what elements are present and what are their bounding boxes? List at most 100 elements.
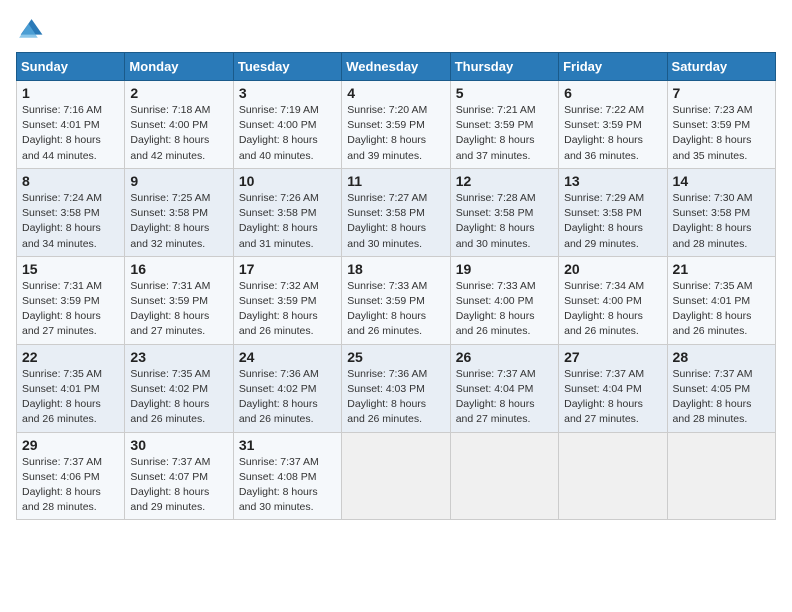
day-detail: Sunrise: 7:22 AMSunset: 3:59 PMDaylight:… — [564, 103, 661, 164]
calendar-week-row: 8 Sunrise: 7:24 AMSunset: 3:58 PMDaylight… — [17, 168, 776, 256]
calendar-cell: 6 Sunrise: 7:22 AMSunset: 3:59 PMDaylight… — [559, 81, 667, 169]
day-number: 16 — [130, 261, 227, 277]
day-number: 12 — [456, 173, 553, 189]
calendar-cell: 14 Sunrise: 7:30 AMSunset: 3:58 PMDayligh… — [667, 168, 775, 256]
calendar-cell — [559, 432, 667, 520]
column-header-saturday: Saturday — [667, 53, 775, 81]
calendar-cell: 1Sunrise: 7:16 AMSunset: 4:01 PMDaylight… — [17, 81, 125, 169]
calendar-cell: 9 Sunrise: 7:25 AMSunset: 3:58 PMDaylight… — [125, 168, 233, 256]
calendar-cell: 22 Sunrise: 7:35 AMSunset: 4:01 PMDayligh… — [17, 344, 125, 432]
day-detail: Sunrise: 7:30 AMSunset: 3:58 PMDaylight:… — [673, 191, 770, 252]
day-number: 25 — [347, 349, 444, 365]
column-header-thursday: Thursday — [450, 53, 558, 81]
calendar-cell: 25 Sunrise: 7:36 AMSunset: 4:03 PMDayligh… — [342, 344, 450, 432]
day-detail: Sunrise: 7:31 AMSunset: 3:59 PMDaylight:… — [22, 279, 119, 340]
calendar-cell: 27 Sunrise: 7:37 AMSunset: 4:04 PMDayligh… — [559, 344, 667, 432]
day-number: 11 — [347, 173, 444, 189]
calendar-cell: 12 Sunrise: 7:28 AMSunset: 3:58 PMDayligh… — [450, 168, 558, 256]
day-detail: Sunrise: 7:35 AMSunset: 4:02 PMDaylight:… — [130, 367, 227, 428]
day-detail: Sunrise: 7:36 AMSunset: 4:03 PMDaylight:… — [347, 367, 444, 428]
column-header-friday: Friday — [559, 53, 667, 81]
column-header-wednesday: Wednesday — [342, 53, 450, 81]
page-header — [16, 16, 776, 44]
calendar-cell: 3 Sunrise: 7:19 AMSunset: 4:00 PMDaylight… — [233, 81, 341, 169]
logo-icon — [16, 16, 44, 44]
calendar-cell: 30Sunrise: 7:37 AMSunset: 4:07 PMDayligh… — [125, 432, 233, 520]
day-number: 9 — [130, 173, 227, 189]
calendar-cell: 31 Sunrise: 7:37 AMSunset: 4:08 PMDayligh… — [233, 432, 341, 520]
day-number: 22 — [22, 349, 119, 365]
day-detail: Sunrise: 7:32 AMSunset: 3:59 PMDaylight:… — [239, 279, 336, 340]
day-detail: Sunrise: 7:37 AMSunset: 4:05 PMDaylight:… — [673, 367, 770, 428]
calendar-cell: 5 Sunrise: 7:21 AMSunset: 3:59 PMDaylight… — [450, 81, 558, 169]
day-detail: Sunrise: 7:29 AMSunset: 3:58 PMDaylight:… — [564, 191, 661, 252]
day-detail: Sunrise: 7:20 AMSunset: 3:59 PMDaylight:… — [347, 103, 444, 164]
day-number: 5 — [456, 85, 553, 101]
calendar-cell: 2 Sunrise: 7:18 AMSunset: 4:00 PMDaylight… — [125, 81, 233, 169]
day-number: 8 — [22, 173, 119, 189]
day-detail: Sunrise: 7:19 AMSunset: 4:00 PMDaylight:… — [239, 103, 336, 164]
day-number: 14 — [673, 173, 770, 189]
calendar-cell — [342, 432, 450, 520]
calendar-week-row: 29Sunrise: 7:37 AMSunset: 4:06 PMDayligh… — [17, 432, 776, 520]
day-number: 28 — [673, 349, 770, 365]
day-number: 23 — [130, 349, 227, 365]
day-number: 31 — [239, 437, 336, 453]
day-number: 29 — [22, 437, 119, 453]
day-detail: Sunrise: 7:23 AMSunset: 3:59 PMDaylight:… — [673, 103, 770, 164]
calendar-cell: 15Sunrise: 7:31 AMSunset: 3:59 PMDayligh… — [17, 256, 125, 344]
calendar-cell: 20 Sunrise: 7:34 AMSunset: 4:00 PMDayligh… — [559, 256, 667, 344]
day-number: 10 — [239, 173, 336, 189]
day-number: 27 — [564, 349, 661, 365]
calendar-body: 1Sunrise: 7:16 AMSunset: 4:01 PMDaylight… — [17, 81, 776, 520]
day-number: 1 — [22, 85, 119, 101]
calendar-cell: 4Sunrise: 7:20 AMSunset: 3:59 PMDaylight… — [342, 81, 450, 169]
day-number: 3 — [239, 85, 336, 101]
day-detail: Sunrise: 7:33 AMSunset: 3:59 PMDaylight:… — [347, 279, 444, 340]
calendar-header-row: SundayMondayTuesdayWednesdayThursdayFrid… — [17, 53, 776, 81]
day-number: 30 — [130, 437, 227, 453]
calendar-cell: 7Sunrise: 7:23 AMSunset: 3:59 PMDaylight… — [667, 81, 775, 169]
calendar-cell: 23 Sunrise: 7:35 AMSunset: 4:02 PMDayligh… — [125, 344, 233, 432]
day-detail: Sunrise: 7:37 AMSunset: 4:08 PMDaylight:… — [239, 455, 336, 516]
day-detail: Sunrise: 7:26 AMSunset: 3:58 PMDaylight:… — [239, 191, 336, 252]
day-detail: Sunrise: 7:35 AMSunset: 4:01 PMDaylight:… — [673, 279, 770, 340]
calendar-cell — [667, 432, 775, 520]
calendar-cell: 18Sunrise: 7:33 AMSunset: 3:59 PMDayligh… — [342, 256, 450, 344]
day-detail: Sunrise: 7:25 AMSunset: 3:58 PMDaylight:… — [130, 191, 227, 252]
day-detail: Sunrise: 7:24 AMSunset: 3:58 PMDaylight:… — [22, 191, 119, 252]
calendar-cell: 17 Sunrise: 7:32 AMSunset: 3:59 PMDayligh… — [233, 256, 341, 344]
column-header-sunday: Sunday — [17, 53, 125, 81]
calendar-cell — [450, 432, 558, 520]
day-detail: Sunrise: 7:18 AMSunset: 4:00 PMDaylight:… — [130, 103, 227, 164]
calendar-cell: 28 Sunrise: 7:37 AMSunset: 4:05 PMDayligh… — [667, 344, 775, 432]
day-number: 2 — [130, 85, 227, 101]
calendar-cell: 24 Sunrise: 7:36 AMSunset: 4:02 PMDayligh… — [233, 344, 341, 432]
column-header-tuesday: Tuesday — [233, 53, 341, 81]
day-detail: Sunrise: 7:21 AMSunset: 3:59 PMDaylight:… — [456, 103, 553, 164]
day-number: 20 — [564, 261, 661, 277]
day-number: 6 — [564, 85, 661, 101]
day-number: 17 — [239, 261, 336, 277]
day-detail: Sunrise: 7:31 AMSunset: 3:59 PMDaylight:… — [130, 279, 227, 340]
day-detail: Sunrise: 7:34 AMSunset: 4:00 PMDaylight:… — [564, 279, 661, 340]
day-number: 21 — [673, 261, 770, 277]
calendar-cell: 13 Sunrise: 7:29 AMSunset: 3:58 PMDayligh… — [559, 168, 667, 256]
day-detail: Sunrise: 7:37 AMSunset: 4:04 PMDaylight:… — [564, 367, 661, 428]
day-detail: Sunrise: 7:36 AMSunset: 4:02 PMDaylight:… — [239, 367, 336, 428]
calendar-table: SundayMondayTuesdayWednesdayThursdayFrid… — [16, 52, 776, 520]
calendar-week-row: 22 Sunrise: 7:35 AMSunset: 4:01 PMDayligh… — [17, 344, 776, 432]
day-number: 26 — [456, 349, 553, 365]
logo — [16, 16, 48, 44]
calendar-cell: 29Sunrise: 7:37 AMSunset: 4:06 PMDayligh… — [17, 432, 125, 520]
column-header-monday: Monday — [125, 53, 233, 81]
day-number: 13 — [564, 173, 661, 189]
day-number: 19 — [456, 261, 553, 277]
day-number: 24 — [239, 349, 336, 365]
day-detail: Sunrise: 7:33 AMSunset: 4:00 PMDaylight:… — [456, 279, 553, 340]
day-detail: Sunrise: 7:28 AMSunset: 3:58 PMDaylight:… — [456, 191, 553, 252]
day-detail: Sunrise: 7:35 AMSunset: 4:01 PMDaylight:… — [22, 367, 119, 428]
calendar-week-row: 1Sunrise: 7:16 AMSunset: 4:01 PMDaylight… — [17, 81, 776, 169]
calendar-cell: 21 Sunrise: 7:35 AMSunset: 4:01 PMDayligh… — [667, 256, 775, 344]
calendar-cell: 26Sunrise: 7:37 AMSunset: 4:04 PMDayligh… — [450, 344, 558, 432]
